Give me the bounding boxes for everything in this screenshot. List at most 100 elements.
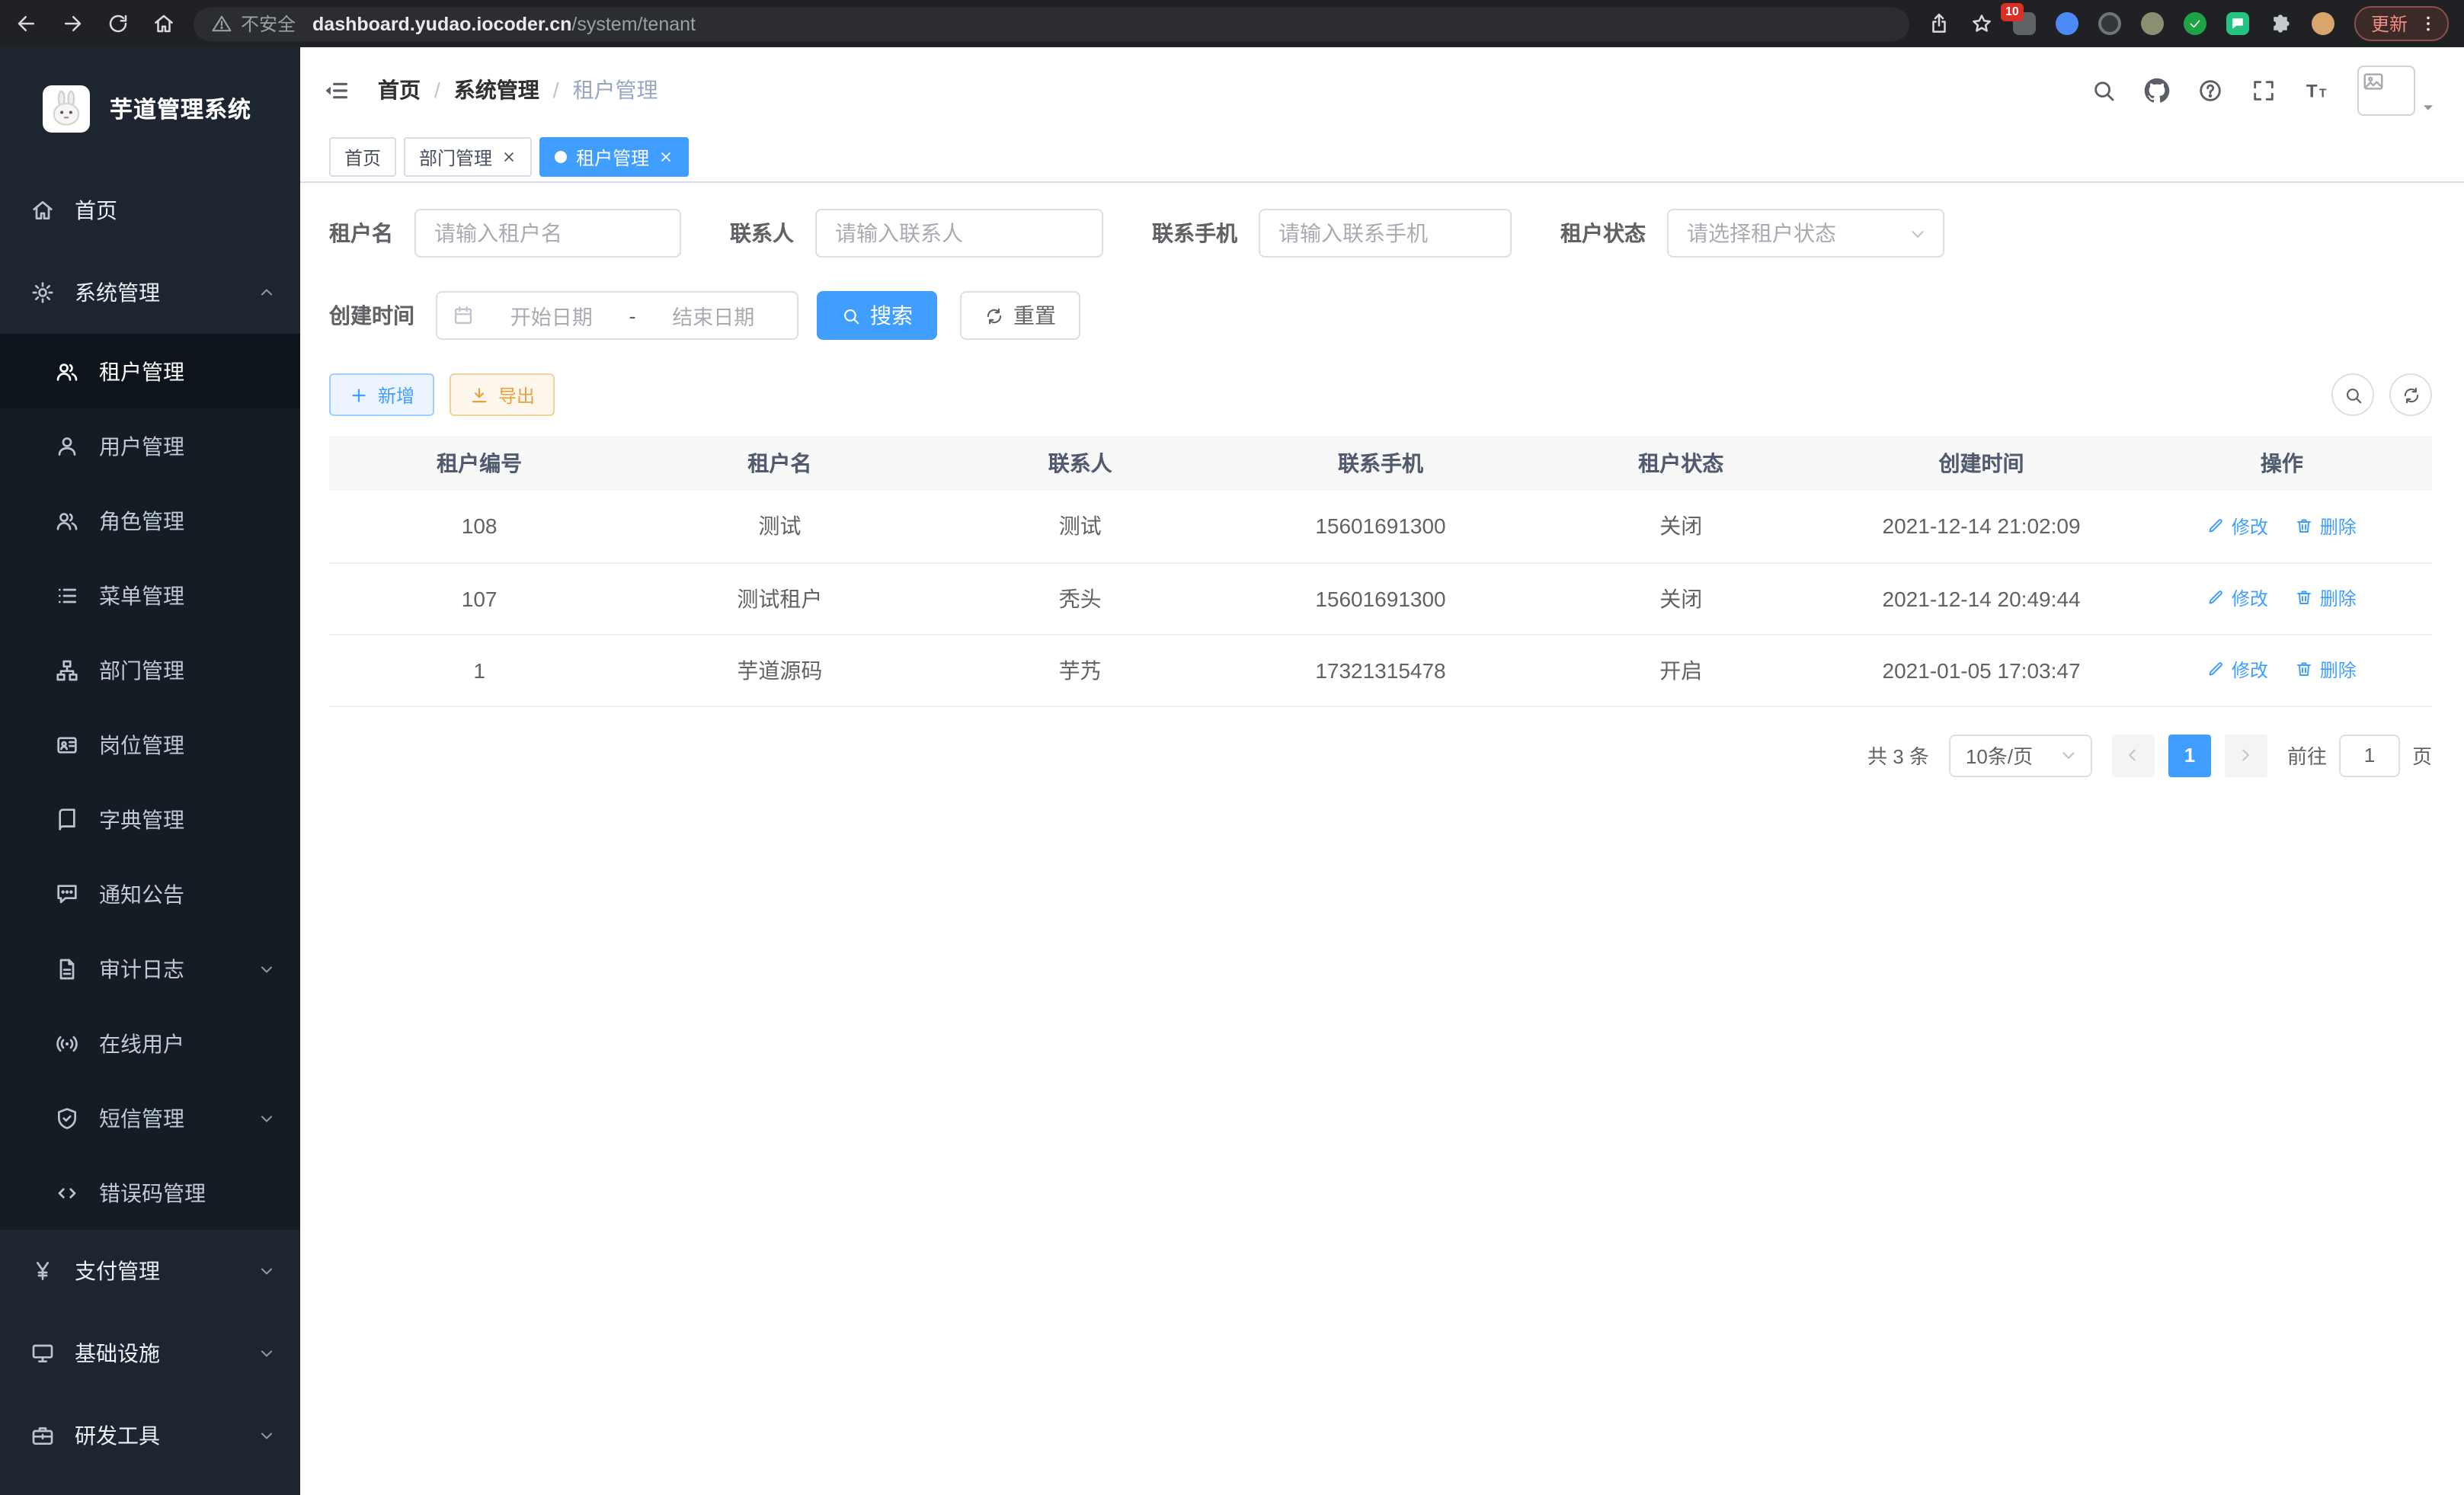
edit-tenant-link[interactable]: 修改	[2207, 585, 2268, 611]
add-tenant-button[interactable]: 新增	[329, 373, 434, 416]
delete-tenant-link[interactable]: 删除	[2296, 585, 2357, 611]
toggle-search-button[interactable]	[2331, 373, 2374, 416]
bookmark-star-icon[interactable]	[1970, 12, 1993, 35]
sidebar-item-label: 通知公告	[99, 879, 184, 909]
edit-icon	[2207, 517, 2226, 535]
address-bar[interactable]: 不安全 dashboard.yudao.iocoder.cn/system/te…	[194, 7, 1909, 40]
cell-phone: 15601691300	[1230, 562, 1531, 634]
browser-forward-icon[interactable]	[61, 12, 84, 35]
sidebar-item-label: 短信管理	[99, 1103, 184, 1133]
sidebar-item-menu-management[interactable]: 菜单管理	[0, 558, 300, 632]
sidebar-item-sms-management[interactable]: 短信管理	[0, 1080, 300, 1155]
date-start-placeholder: 开始日期	[483, 300, 620, 331]
sidebar-item-label: 首页	[75, 195, 117, 226]
chat-icon	[2231, 17, 2245, 30]
contact-input[interactable]	[815, 209, 1103, 258]
extension-dark-icon[interactable]	[2098, 12, 2121, 35]
goto-page-input[interactable]	[2339, 734, 2400, 776]
delete-tenant-link[interactable]: 删除	[2296, 513, 2357, 539]
sidebar-item-system-management[interactable]: 系统管理	[0, 251, 300, 334]
comment-icon	[55, 882, 79, 906]
document-icon	[55, 956, 79, 981]
extension-badge: 10	[2001, 3, 2024, 21]
page-size-select[interactable]: 10条/页	[1949, 734, 2092, 776]
github-icon[interactable]	[2144, 77, 2170, 103]
sidebar-item-error-code-management[interactable]: 错误码管理	[0, 1155, 300, 1230]
phone-label: 联系手机	[1152, 218, 1237, 248]
reset-button[interactable]: 重置	[960, 291, 1080, 340]
pagination-total: 共 3 条	[1867, 741, 1929, 770]
browser-menu-dots-icon[interactable]	[2418, 14, 2438, 34]
share-icon[interactable]	[1928, 12, 1950, 35]
chrome-update-button[interactable]: 更新	[2354, 6, 2449, 41]
status-select[interactable]: 请选择租户状态	[1667, 209, 1944, 258]
goto-prefix: 前往	[2287, 741, 2327, 770]
sidebar-item-user-management[interactable]: 用户管理	[0, 408, 300, 483]
status-select-placeholder: 请选择租户状态	[1687, 218, 1836, 248]
sidebar-item-post-management[interactable]: 岗位管理	[0, 707, 300, 782]
next-page-button[interactable]	[2225, 734, 2267, 776]
edit-tenant-link[interactable]: 修改	[2207, 657, 2268, 683]
sidebar-item-dev-tools[interactable]: 研发工具	[0, 1394, 300, 1477]
app-logo[interactable]: 芋道管理系统	[0, 47, 300, 169]
phone-input[interactable]	[1259, 209, 1512, 258]
page-number-button[interactable]: 1	[2168, 734, 2211, 776]
extension-with-badge-icon[interactable]: 10	[2013, 12, 2036, 35]
browser-home-icon[interactable]	[152, 12, 175, 35]
sidebar-item-dict-management[interactable]: 字典管理	[0, 782, 300, 856]
help-icon[interactable]	[2197, 77, 2223, 103]
sidebar-item-online-users[interactable]: 在线用户	[0, 1006, 300, 1080]
tab-dept-management[interactable]: 部门管理	[404, 137, 532, 177]
export-button[interactable]: 导出	[450, 373, 555, 416]
header-search-icon[interactable]	[2091, 77, 2117, 103]
edit-tenant-link[interactable]: 修改	[2207, 513, 2268, 539]
font-size-icon[interactable]: TT	[2304, 77, 2330, 103]
user-avatar-menu[interactable]	[2357, 65, 2437, 115]
tenant-name-input[interactable]	[414, 209, 681, 258]
sidebar-item-tenant-management[interactable]: 租户管理	[0, 334, 300, 408]
svg-text:T: T	[2306, 81, 2318, 101]
cell-status: 关闭	[1531, 562, 1831, 634]
close-icon[interactable]	[501, 149, 517, 165]
browser-reload-icon[interactable]	[107, 12, 130, 35]
sidebar-item-label: 在线用户	[99, 1028, 184, 1058]
prev-page-button[interactable]	[2112, 734, 2155, 776]
screen: 不安全 dashboard.yudao.iocoder.cn/system/te…	[0, 0, 2464, 1495]
chevron-down-icon	[2059, 745, 2078, 765]
breadcrumb-separator: /	[434, 78, 440, 102]
search-button[interactable]: 搜索	[817, 291, 937, 340]
create-time-range-picker[interactable]: 开始日期 - 结束日期	[436, 291, 798, 340]
column-header-id: 租户编号	[329, 436, 629, 491]
breadcrumb-home[interactable]: 首页	[378, 75, 421, 105]
sidebar-item-label: 菜单管理	[99, 580, 184, 610]
extensions-puzzle-icon[interactable]	[2269, 12, 2292, 35]
browser-profile-avatar[interactable]	[2312, 12, 2334, 35]
close-icon[interactable]	[658, 149, 674, 165]
column-header-actions: 操作	[2132, 436, 2432, 491]
sidebar-item-home[interactable]: 首页	[0, 169, 300, 251]
refresh-table-button[interactable]	[2389, 373, 2432, 416]
sidebar-fold-icon[interactable]	[322, 75, 350, 104]
fullscreen-icon[interactable]	[2251, 77, 2277, 103]
extension-olive-icon[interactable]	[2141, 12, 2164, 35]
breadcrumb-current: 租户管理	[573, 75, 658, 105]
tab-home[interactable]: 首页	[329, 137, 396, 177]
main-area: 首页 / 系统管理 / 租户管理 TT	[300, 47, 2464, 1495]
breadcrumb-section[interactable]: 系统管理	[454, 75, 539, 105]
sidebar-item-notice[interactable]: 通知公告	[0, 856, 300, 931]
security-warning-icon[interactable]	[212, 14, 232, 34]
sidebar-item-role-management[interactable]: 角色管理	[0, 483, 300, 558]
browser-back-icon[interactable]	[15, 12, 38, 35]
sidebar-item-infrastructure[interactable]: 基础设施	[0, 1312, 300, 1394]
tab-tenant-management[interactable]: 租户管理	[539, 137, 689, 177]
extension-blue-icon[interactable]	[2056, 12, 2078, 35]
sidebar-item-department-management[interactable]: 部门管理	[0, 632, 300, 707]
extension-green-check-icon[interactable]	[2184, 12, 2206, 35]
extension-chat-icon[interactable]	[2226, 12, 2249, 35]
delete-tenant-link[interactable]: 删除	[2296, 657, 2357, 683]
chevron-down-icon	[1908, 223, 1928, 243]
sidebar-item-audit-log[interactable]: 审计日志	[0, 931, 300, 1006]
search-icon	[2343, 385, 2363, 405]
active-tab-dot	[555, 151, 567, 163]
sidebar-item-payment-management[interactable]: 支付管理	[0, 1230, 300, 1312]
